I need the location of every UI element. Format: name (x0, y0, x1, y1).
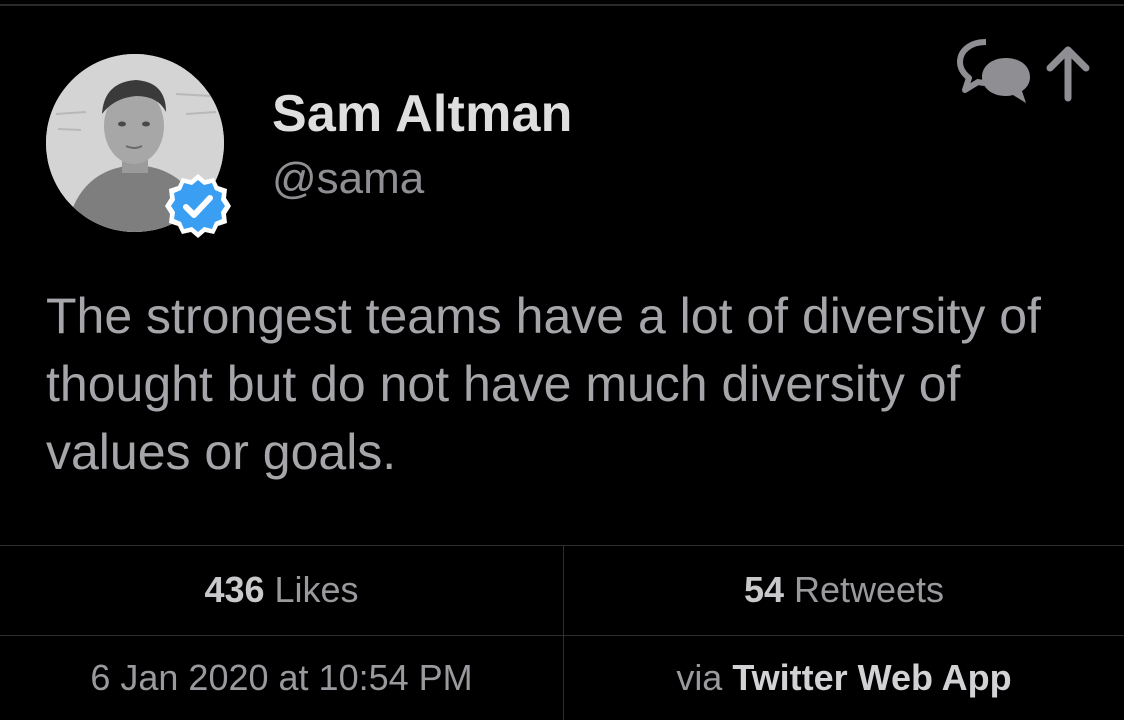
likes-label: Likes (274, 569, 359, 610)
tweet-stats: 436 Likes 54 Retweets 6 Jan 2020 at 10:5… (0, 545, 1124, 720)
verified-badge-icon (164, 172, 232, 240)
retweets-stat[interactable]: 54 Retweets (564, 545, 1124, 635)
retweets-count: 54 (743, 569, 784, 610)
top-divider (0, 4, 1124, 6)
likes-stat[interactable]: 436 Likes (0, 545, 563, 635)
tweet-text: The strongest teams have a lot of divers… (46, 288, 1041, 480)
timestamp[interactable]: 6 Jan 2020 at 10:54 PM (0, 636, 563, 720)
via-label: via (676, 657, 723, 698)
share-arrow-up-icon[interactable] (1042, 42, 1094, 107)
author-handle[interactable]: @sama (272, 152, 424, 206)
retweets-label: Retweets (793, 569, 945, 610)
source-app[interactable]: via Twitter Web App (564, 636, 1124, 720)
likes-count: 436 (204, 569, 265, 610)
conversation-bubbles-icon[interactable] (956, 36, 1040, 113)
tweet-action-icons (956, 36, 1096, 108)
author-avatar[interactable] (46, 54, 231, 238)
author-name[interactable]: Sam Altman (272, 84, 573, 144)
via-app-name[interactable]: Twitter Web App (732, 657, 1011, 699)
